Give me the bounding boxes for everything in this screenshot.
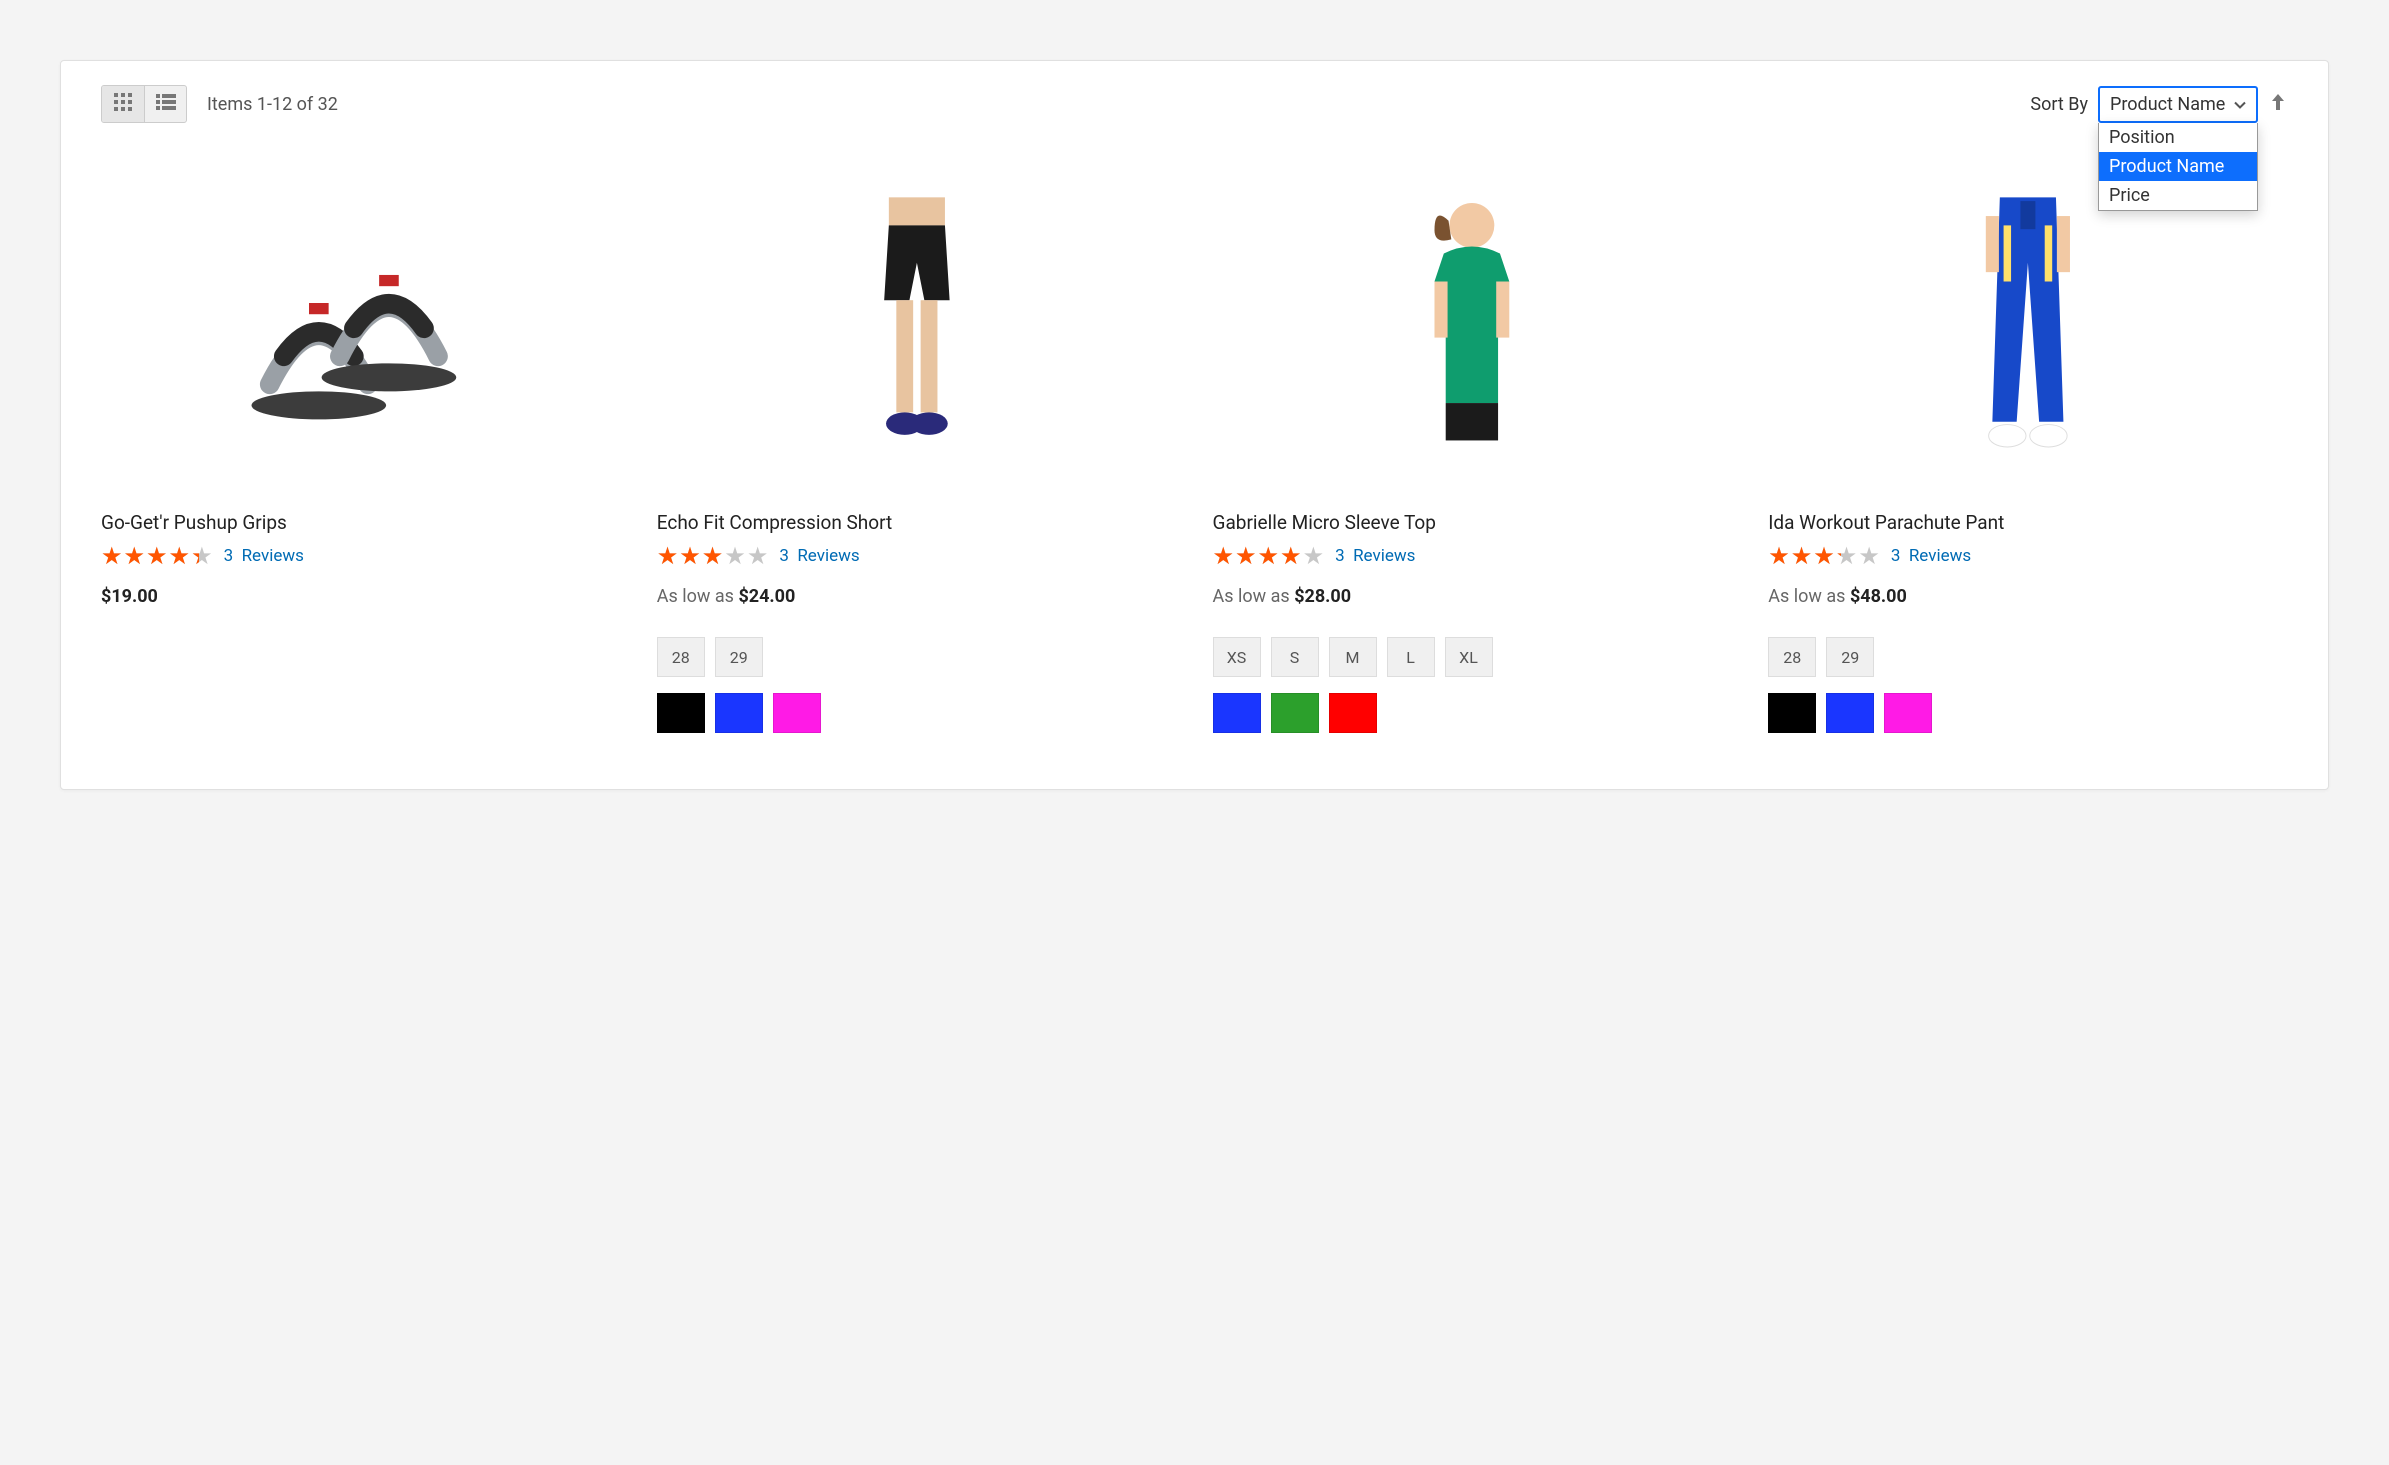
product-card: Go-Get'r Pushup Grips ★★★★★ ★★★★★ 3 Revi… bbox=[101, 163, 621, 749]
reviews-label: Reviews bbox=[242, 546, 304, 566]
product-name-link[interactable]: Go-Get'r Pushup Grips bbox=[101, 511, 621, 534]
product-name-link[interactable]: Echo Fit Compression Short bbox=[657, 511, 1177, 534]
star-rating: ★★★★★ ★★★★★ bbox=[1768, 544, 1881, 568]
reviews-label: Reviews bbox=[797, 546, 859, 566]
sort-option-price[interactable]: Price bbox=[2099, 181, 2257, 210]
color-swatch[interactable] bbox=[1271, 693, 1319, 733]
star-rating: ★★★★★ ★★★★★ bbox=[1213, 544, 1326, 568]
sort-by-dropdown: Position Product Name Price bbox=[2098, 123, 2258, 211]
parachute-pant-illustration bbox=[1807, 188, 2249, 469]
product-image[interactable] bbox=[1213, 163, 1733, 493]
review-count: 3 bbox=[1335, 546, 1345, 566]
view-mode-toggle bbox=[101, 85, 187, 123]
sort-direction-button[interactable] bbox=[2268, 92, 2288, 116]
toolbar-right: Sort By Product Name Position Product Na… bbox=[2030, 86, 2288, 123]
product-name-link[interactable]: Gabrielle Micro Sleeve Top bbox=[1213, 511, 1733, 534]
rating-row: ★★★★★ ★★★★★ 3 Reviews bbox=[101, 544, 621, 568]
review-count: 3 bbox=[779, 546, 789, 566]
star-rating: ★★★★★ ★★★★★ bbox=[657, 544, 770, 568]
color-swatch[interactable] bbox=[1826, 693, 1874, 733]
color-swatch[interactable] bbox=[657, 693, 705, 733]
size-swatch[interactable]: XS bbox=[1213, 637, 1261, 677]
price-value: $24.00 bbox=[738, 586, 795, 607]
view-grid-button[interactable] bbox=[102, 86, 144, 122]
chevron-down-icon bbox=[2234, 94, 2246, 115]
size-swatch[interactable]: 28 bbox=[1768, 637, 1816, 677]
size-swatches: XS S M L XL bbox=[1213, 637, 1733, 677]
reviews-label: Reviews bbox=[1353, 546, 1415, 566]
view-list-button[interactable] bbox=[144, 86, 186, 122]
reviews-link[interactable]: 3 Reviews bbox=[1335, 546, 1415, 566]
size-swatch[interactable]: M bbox=[1329, 637, 1377, 677]
price: As low as $28.00 bbox=[1213, 586, 1733, 607]
review-count: 3 bbox=[224, 546, 234, 566]
color-swatch[interactable] bbox=[1768, 693, 1816, 733]
size-swatch[interactable]: 29 bbox=[715, 637, 763, 677]
product-image[interactable] bbox=[657, 163, 1177, 493]
reviews-link[interactable]: 3 Reviews bbox=[779, 546, 859, 566]
item-count-text: Items 1-12 of 32 bbox=[207, 94, 338, 115]
toolbar-left: Items 1-12 of 32 bbox=[101, 85, 338, 123]
product-card: Gabrielle Micro Sleeve Top ★★★★★ ★★★★★ 3… bbox=[1213, 163, 1733, 749]
product-grid: Go-Get'r Pushup Grips ★★★★★ ★★★★★ 3 Revi… bbox=[101, 163, 2288, 749]
product-listing-panel: Items 1-12 of 32 Sort By Product Name Po… bbox=[60, 60, 2329, 790]
as-low-as-label: As low as bbox=[1213, 586, 1290, 607]
compression-short-illustration bbox=[696, 188, 1138, 469]
color-swatches bbox=[1768, 693, 2288, 733]
sort-option-position[interactable]: Position bbox=[2099, 123, 2257, 152]
sort-by-select-wrap: Product Name Position Product Name Price bbox=[2098, 86, 2258, 123]
as-low-as-label: As low as bbox=[1768, 586, 1845, 607]
price: As low as $48.00 bbox=[1768, 586, 2288, 607]
review-count: 3 bbox=[1891, 546, 1901, 566]
price-value: $28.00 bbox=[1294, 586, 1351, 607]
reviews-link[interactable]: 3 Reviews bbox=[224, 546, 304, 566]
sort-selected-value: Product Name bbox=[2110, 94, 2225, 115]
product-image[interactable] bbox=[1768, 163, 2288, 493]
list-icon bbox=[156, 94, 176, 114]
size-swatches: 28 29 bbox=[657, 637, 1177, 677]
color-swatch[interactable] bbox=[1329, 693, 1377, 733]
sort-by-label: Sort By bbox=[2030, 94, 2088, 115]
rating-row: ★★★★★ ★★★★★ 3 Reviews bbox=[1213, 544, 1733, 568]
size-swatches: 28 29 bbox=[1768, 637, 2288, 677]
color-swatch[interactable] bbox=[1213, 693, 1261, 733]
color-swatches bbox=[657, 693, 1177, 733]
arrow-up-icon bbox=[2271, 93, 2285, 115]
size-swatch[interactable]: 29 bbox=[1826, 637, 1874, 677]
star-rating: ★★★★★ ★★★★★ bbox=[101, 544, 214, 568]
size-swatch[interactable]: 28 bbox=[657, 637, 705, 677]
as-low-as-label: As low as bbox=[657, 586, 734, 607]
reviews-link[interactable]: 3 Reviews bbox=[1891, 546, 1971, 566]
pushup-grips-illustration bbox=[140, 188, 582, 469]
size-swatch[interactable]: S bbox=[1271, 637, 1319, 677]
product-card: Echo Fit Compression Short ★★★★★ ★★★★★ 3… bbox=[657, 163, 1177, 749]
color-swatch[interactable] bbox=[1884, 693, 1932, 733]
price: $19.00 bbox=[101, 586, 621, 607]
price-value: $19.00 bbox=[101, 586, 158, 607]
reviews-label: Reviews bbox=[1909, 546, 1971, 566]
rating-row: ★★★★★ ★★★★★ 3 Reviews bbox=[657, 544, 1177, 568]
toolbar: Items 1-12 of 32 Sort By Product Name Po… bbox=[101, 85, 2288, 123]
rating-row: ★★★★★ ★★★★★ 3 Reviews bbox=[1768, 544, 2288, 568]
sleeve-top-illustration bbox=[1251, 188, 1693, 469]
price-value: $48.00 bbox=[1850, 586, 1907, 607]
color-swatch[interactable] bbox=[715, 693, 763, 733]
color-swatch[interactable] bbox=[773, 693, 821, 733]
price: As low as $24.00 bbox=[657, 586, 1177, 607]
size-swatch[interactable]: XL bbox=[1445, 637, 1493, 677]
product-name-link[interactable]: Ida Workout Parachute Pant bbox=[1768, 511, 2288, 534]
sort-option-product-name[interactable]: Product Name bbox=[2099, 152, 2257, 181]
sort-by-select[interactable]: Product Name bbox=[2098, 86, 2258, 123]
color-swatches bbox=[1213, 693, 1733, 733]
grid-icon bbox=[114, 93, 132, 115]
product-image[interactable] bbox=[101, 163, 621, 493]
size-swatch[interactable]: L bbox=[1387, 637, 1435, 677]
product-card: Ida Workout Parachute Pant ★★★★★ ★★★★★ 3… bbox=[1768, 163, 2288, 749]
